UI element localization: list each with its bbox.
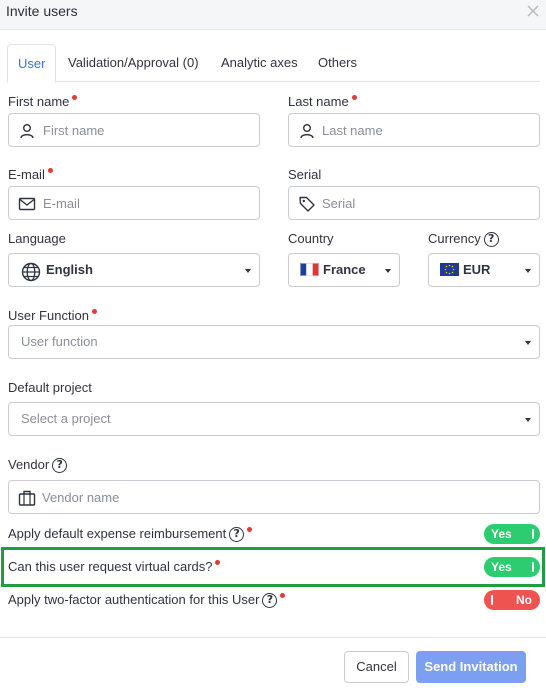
- currency-select[interactable]: EUR: [428, 253, 540, 287]
- virtual-cards-label: Can this user request virtual cards?: [8, 559, 221, 574]
- tab-others[interactable]: Others: [318, 44, 357, 82]
- chevron-down-icon: [385, 269, 391, 273]
- help-icon[interactable]: ?: [229, 527, 245, 543]
- chevron-down-icon: [525, 418, 531, 422]
- two-factor-label: Apply two-factor authentication for this…: [8, 592, 286, 609]
- tab-bar: User Validation/Approval (0) Analytic ax…: [7, 44, 540, 83]
- required-indicator: [47, 168, 53, 173]
- two-factor-toggle[interactable]: No: [484, 590, 540, 610]
- language-select[interactable]: English: [8, 253, 260, 287]
- user-icon: [298, 122, 316, 140]
- first-name-label-text: First name: [8, 94, 70, 109]
- cancel-button[interactable]: Cancel: [344, 651, 409, 683]
- country-label: Country: [288, 231, 334, 246]
- last-name-placeholder: Last name: [322, 123, 383, 138]
- country-value: France: [323, 262, 366, 277]
- last-name-label-text: Last name: [288, 94, 349, 109]
- tag-icon: [298, 195, 316, 213]
- vendor-label: Vendor?: [8, 457, 68, 474]
- chevron-down-icon: [245, 269, 251, 273]
- dialog-header: Invite users: [0, 0, 546, 30]
- expense-reimbursement-label: Apply default expense reimbursement?: [8, 526, 253, 543]
- help-icon[interactable]: ?: [262, 593, 278, 609]
- toggle-text: No: [516, 593, 532, 607]
- language-label: Language: [8, 231, 66, 246]
- user-function-placeholder: User function: [21, 334, 98, 349]
- toggle-text: Yes: [491, 527, 512, 541]
- eu-flag-icon: [440, 263, 459, 276]
- currency-value: EUR: [463, 262, 491, 277]
- serial-field[interactable]: Serial: [288, 186, 540, 220]
- serial-placeholder: Serial: [322, 196, 356, 211]
- required-indicator: [247, 527, 253, 532]
- user-function-label: User Function: [8, 308, 97, 323]
- required-indicator: [215, 560, 221, 565]
- toggle-text: Yes: [491, 560, 512, 574]
- required-indicator: [280, 593, 286, 598]
- vendor-field[interactable]: Vendor name: [8, 480, 540, 514]
- virtual-cards-label-text: Can this user request virtual cards?: [8, 559, 213, 574]
- email-field[interactable]: E-mail: [8, 186, 260, 220]
- tab-analytic-axes[interactable]: Analytic axes: [221, 44, 298, 82]
- last-name-field[interactable]: Last name: [288, 113, 540, 147]
- vendor-label-text: Vendor: [8, 457, 50, 472]
- required-indicator: [91, 309, 97, 314]
- required-indicator: [351, 95, 357, 100]
- toggle-knob: [532, 529, 534, 539]
- email-placeholder: E-mail: [43, 196, 80, 211]
- france-flag-icon: [300, 263, 319, 276]
- toggle-knob: [532, 562, 534, 572]
- briefcase-icon: [18, 489, 36, 507]
- user-function-label-text: User Function: [8, 308, 89, 323]
- serial-label: Serial: [288, 167, 322, 182]
- default-project-select[interactable]: Select a project: [8, 402, 540, 436]
- virtual-cards-toggle[interactable]: Yes: [484, 557, 540, 577]
- user-function-select[interactable]: User function: [8, 325, 540, 359]
- tab-validation-approval[interactable]: Validation/Approval (0): [68, 44, 199, 82]
- mail-icon: [18, 195, 36, 213]
- expense-reimbursement-toggle[interactable]: Yes: [484, 524, 540, 544]
- close-icon[interactable]: [526, 4, 540, 18]
- last-name-label: Last name: [288, 94, 357, 109]
- globe-icon: [21, 262, 41, 282]
- default-project-label: Default project: [8, 380, 92, 395]
- help-icon[interactable]: ?: [483, 232, 499, 248]
- currency-label-text: Currency: [428, 231, 481, 246]
- two-factor-label-text: Apply two-factor authentication for this…: [8, 592, 260, 607]
- user-icon: [18, 122, 36, 140]
- email-label-text: E-mail: [8, 167, 45, 182]
- dialog-title: Invite users: [6, 3, 78, 19]
- expense-reimbursement-label-text: Apply default expense reimbursement: [8, 526, 227, 541]
- currency-label: Currency?: [428, 231, 499, 248]
- first-name-field[interactable]: First name: [8, 113, 260, 147]
- default-project-placeholder: Select a project: [21, 411, 111, 426]
- vendor-placeholder: Vendor name: [42, 490, 120, 505]
- toggle-knob: [491, 595, 493, 605]
- send-invitation-button[interactable]: Send Invitation: [416, 651, 526, 683]
- footer-divider: [0, 637, 546, 638]
- country-select[interactable]: France: [288, 253, 400, 287]
- email-label: E-mail: [8, 167, 53, 182]
- first-name-placeholder: First name: [43, 123, 105, 138]
- language-value: English: [46, 262, 93, 277]
- first-name-label: First name: [8, 94, 78, 109]
- help-icon[interactable]: ?: [52, 458, 68, 474]
- chevron-down-icon: [525, 341, 531, 345]
- tab-user[interactable]: User: [7, 44, 57, 83]
- chevron-down-icon: [525, 269, 531, 273]
- required-indicator: [72, 95, 78, 100]
